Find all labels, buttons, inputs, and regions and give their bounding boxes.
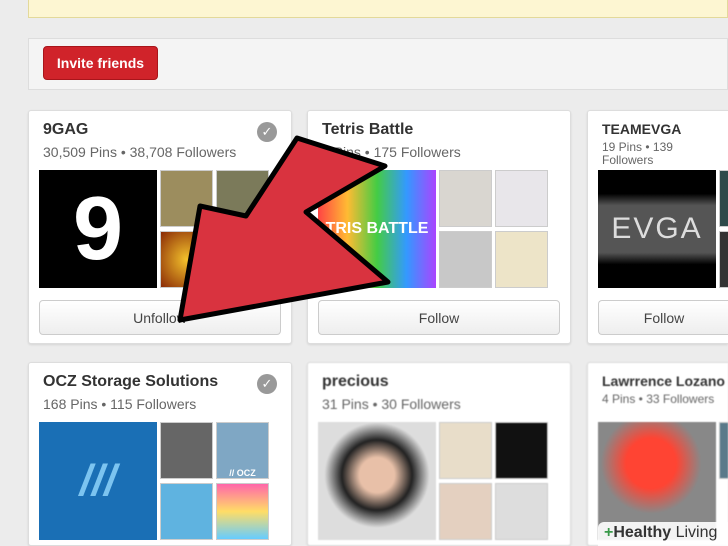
watermark-light: Living [671, 524, 718, 541]
arrow-shape [177, 135, 391, 323]
red-arrow-annotation [177, 135, 391, 323]
plus-icon: + [604, 524, 614, 541]
watermark-bold: Healthy [613, 524, 672, 541]
healthy-living-watermark: +Healthy Living [598, 522, 728, 546]
